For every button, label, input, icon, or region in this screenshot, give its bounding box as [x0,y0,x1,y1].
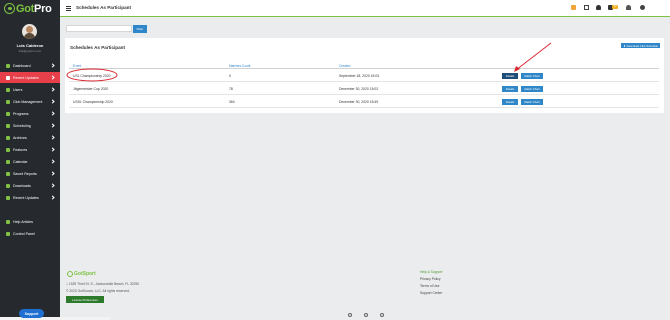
sidebar-item-downloads[interactable]: Downloads [0,180,60,191]
chevron-right-icon [50,147,55,152]
gotsport-logo[interactable]: GotSport [67,271,96,277]
updates-icon [6,195,10,200]
chevron-right-icon [50,63,55,68]
sidebar-item-users[interactable]: Users [0,84,60,95]
chevron-right-icon [50,171,55,176]
help-icon [6,219,10,224]
event-name: Jägermeister Cup 2020 [73,86,109,91]
twitter-icon[interactable] [364,313,368,317]
features-icon [6,147,10,152]
chevron-right-icon [50,111,55,116]
instagram-icon[interactable] [380,313,384,317]
notification-badge: 72 [612,5,618,9]
user-name: Luis Calderon [16,43,44,48]
match-chart-button[interactable]: Match Chart [521,98,543,105]
download-club-schedule-button[interactable]: ⬇ Download Club Schedule [621,43,660,48]
details-button[interactable]: Details [502,98,518,105]
bell-icon[interactable] [596,5,601,10]
footer-copyright: © 2020 GotSoccer, LLC. All rights reserv… [66,289,130,293]
sidebar-item-recent-updates[interactable]: Recent Updates [0,72,60,83]
chevron-right-icon [50,87,55,92]
updates-icon [6,75,10,80]
gotpro-logo-icon [4,3,15,14]
event-name: USSL Championship 2020 [73,99,113,104]
chevron-right-icon [50,195,55,200]
menu-icon[interactable] [66,6,71,11]
match-chart-button[interactable]: Match Chart [521,85,543,92]
table-row: USL Championship 2020 0 September 18, 20… [69,69,659,82]
topbar: Schedules As Participant 72 [60,0,670,17]
created-date: December 30, 2020 15:02 [339,86,379,91]
lightbulb-icon[interactable] [571,5,576,10]
gear-icon [6,231,10,236]
matches-count: 78 [229,86,233,91]
chevron-right-icon [50,159,55,164]
chevron-right-icon [50,75,55,80]
logo-text: GotPro [16,2,52,15]
reports-icon [6,171,10,176]
facebook-icon[interactable] [348,313,352,317]
user-email[interactable]: lcal@gotpro.com [0,49,60,53]
gotsport-logo-icon [67,271,73,277]
calendar-icon [6,159,10,164]
table-row: Jägermeister Cup 2020 78 December 30, 20… [69,82,659,95]
footer-link-privacy-policy[interactable]: Privacy Policy [420,277,441,281]
filter-button[interactable]: Filter [133,25,147,33]
footer-link-support-center[interactable]: Support Center [420,291,442,295]
chevron-right-icon [50,99,55,104]
chevron-right-icon [50,123,55,128]
sidebar-item-features[interactable]: Features [0,144,60,155]
archive-icon [6,135,10,140]
panel-title: Schedules As Participant [70,45,125,50]
club-icon [6,99,10,104]
sidebar-item-scheduling[interactable]: Scheduling [0,120,60,131]
created-date: September 18, 2020 15:03 [339,73,380,78]
grid-icon[interactable] [584,5,589,10]
avatar[interactable] [22,24,37,39]
dashboard-icon [6,63,10,68]
users-icon [6,87,10,92]
details-button[interactable]: Details [502,85,518,92]
sidebar-item-saved-reports[interactable]: Saved Reports [0,168,60,179]
sidebar-item-help-articles[interactable]: Help Articles [0,216,60,227]
footer-link-help-support[interactable]: Help & Support [420,270,442,274]
sidebar-item-dashboard[interactable]: Dashboard [0,60,60,71]
programs-icon [6,111,10,116]
sidebar-item-control-panel[interactable]: Control Panel [0,228,60,239]
sidebar-item-recent-updates-2[interactable]: Recent Updates [0,192,60,203]
sidebar: GotPro Luis Calderon lcal@gotpro.com Das… [0,0,60,320]
footer-link-terms-of-use[interactable]: Terms of Use [420,284,439,288]
chevron-right-icon [50,135,55,140]
gotpro-logo[interactable]: GotPro [4,2,52,15]
table-row: USSL Championship 2020 364 December 30, … [69,95,659,108]
filter-input[interactable] [66,25,132,32]
download-icon: ⬇ [623,43,626,48]
download-icon [6,183,10,188]
sidebar-item-club-management[interactable]: Club Management [0,96,60,107]
page-title: Schedules As Participant [76,5,131,10]
sidebar-item-calendar[interactable]: Calendar [0,156,60,167]
created-date: December 30, 2020 15:49 [339,99,379,104]
match-chart-button[interactable]: Match Chart [521,72,543,79]
sidebar-item-archives[interactable]: Archives [0,132,60,143]
gear-icon[interactable] [640,5,645,10]
footer-address: ⌂ 1529 Third St. S., Jacksonville Beach,… [66,282,140,286]
event-name: USL Championship 2020 [73,73,111,78]
calendar-icon [6,123,10,128]
schedules-panel: Schedules As Participant ⬇ Download Club … [65,38,664,113]
support-button[interactable]: Support [19,309,44,318]
chevron-right-icon [50,183,55,188]
user-icon[interactable] [626,5,631,10]
license-preferences-button[interactable]: License Preferences [66,296,104,303]
matches-count: 0 [229,73,231,78]
matches-count: 364 [229,99,235,104]
details-button[interactable]: Details [502,72,518,79]
sidebar-item-programs[interactable]: Programs [0,108,60,119]
